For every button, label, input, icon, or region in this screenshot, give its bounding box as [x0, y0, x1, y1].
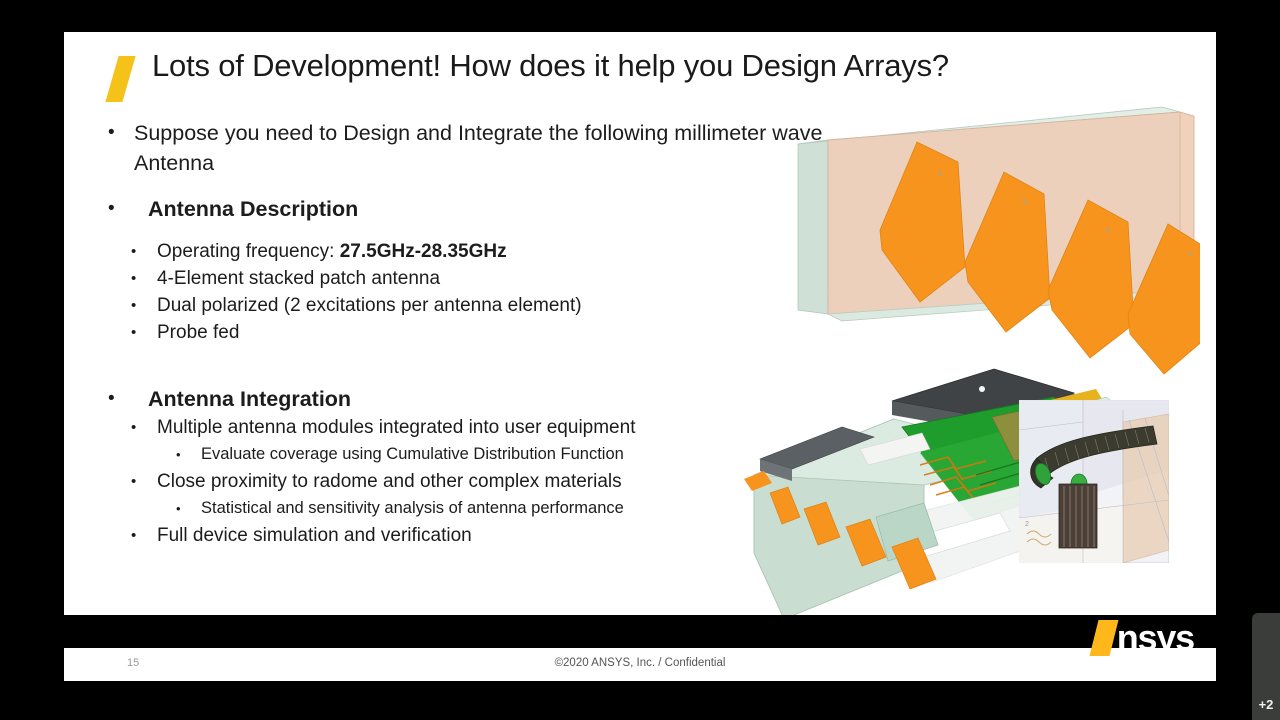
operating-frequency-label: Operating frequency: [157, 241, 340, 262]
antenna-array-3d-graphic [797, 106, 1200, 375]
video-frame: Lots of Development! How does it help yo… [0, 0, 1280, 720]
bullet-glyph: • [108, 198, 115, 219]
page-title: Lots of Development! How does it help yo… [152, 48, 949, 83]
probe-fed-text: Probe fed [157, 322, 240, 343]
dual-polarized-text: Dual polarized (2 excitations per antenn… [157, 295, 582, 316]
bullet-glyph: • [108, 388, 115, 409]
multiple-modules-text: Multiple antenna modules integrated into… [157, 417, 636, 438]
bullet-full-device-simulation: • Full device simulation and verificatio… [108, 522, 828, 549]
bullet-evaluate-coverage: • Evaluate coverage using Cumulative Dis… [108, 441, 828, 468]
participant-overflow-count: +2 [1258, 697, 1274, 712]
bullet-multiple-modules: • Multiple antenna modules integrated in… [108, 414, 828, 441]
svg-text:2: 2 [1025, 521, 1029, 528]
bullet-glyph: • [131, 324, 137, 341]
bullet-probe-fed: • Probe fed [108, 319, 828, 346]
presentation-slide: Lots of Development! How does it help yo… [64, 32, 1216, 681]
footer-strip: 15 ©2020 ANSYS, Inc. / Confidential [64, 648, 1216, 681]
antenna-description-heading-text: Antenna Description [148, 197, 359, 221]
bullet-glyph: • [176, 501, 181, 516]
flex-cable-detail-inset-graphic: 2 [1019, 400, 1169, 563]
bullet-stacked-patch: • 4-Element stacked patch antenna [108, 265, 828, 292]
stacked-patch-text: 4-Element stacked patch antenna [157, 268, 441, 289]
close-proximity-text: Close proximity to radome and other comp… [157, 471, 622, 492]
bullet-dual-polarized: • Dual polarized (2 excitations per ante… [108, 292, 828, 319]
ansys-logo: nsys [1089, 617, 1195, 659]
title-accent-slash-icon [105, 56, 136, 102]
bullet-intro: • Suppose you need to Design and Integra… [108, 118, 828, 178]
operating-frequency-line: Operating frequency: 27.5GHz-28.35GHz [157, 238, 828, 265]
evaluate-coverage-text: Evaluate coverage using Cumulative Distr… [201, 445, 624, 463]
operating-frequency-value: 27.5GHz-28.35GHz [339, 241, 507, 262]
bullet-glyph: • [131, 297, 137, 314]
full-device-simulation-text: Full device simulation and verification [157, 525, 472, 546]
bullet-glyph: • [108, 122, 115, 143]
bullet-operating-frequency: • Operating frequency: 27.5GHz-28.35GHz [108, 238, 828, 265]
copyright-notice: ©2020 ANSYS, Inc. / Confidential [554, 657, 726, 669]
slide-body: • Suppose you need to Design and Integra… [108, 118, 828, 549]
bullet-glyph: • [131, 473, 137, 490]
bullet-glyph: • [176, 447, 181, 462]
bullet-close-proximity: • Close proximity to radome and other co… [108, 468, 828, 495]
ansys-logo-text: nsys [1116, 617, 1195, 658]
footer-black-band [64, 615, 1216, 648]
antenna-integration-heading-text: Antenna Integration [148, 387, 352, 411]
bullet-antenna-integration-heading: • Antenna Integration [108, 384, 828, 414]
ansys-logo-slash-icon [1089, 620, 1119, 656]
bullet-intro-text: Suppose you need to Design and Integrate… [134, 121, 823, 175]
participant-overflow-panel[interactable]: +2 [1252, 613, 1280, 720]
bullet-glyph: • [131, 419, 137, 436]
bullet-antenna-description-heading: • Antenna Description [108, 194, 828, 224]
bullet-glyph: • [131, 270, 137, 287]
slide-title-row: Lots of Development! How does it help yo… [90, 46, 1130, 108]
bullet-glyph: • [131, 243, 137, 260]
bullet-statistical-analysis: • Statistical and sensitivity analysis o… [108, 495, 828, 522]
statistical-analysis-text: Statistical and sensitivity analysis of … [201, 499, 624, 517]
bullet-glyph: • [131, 527, 137, 544]
